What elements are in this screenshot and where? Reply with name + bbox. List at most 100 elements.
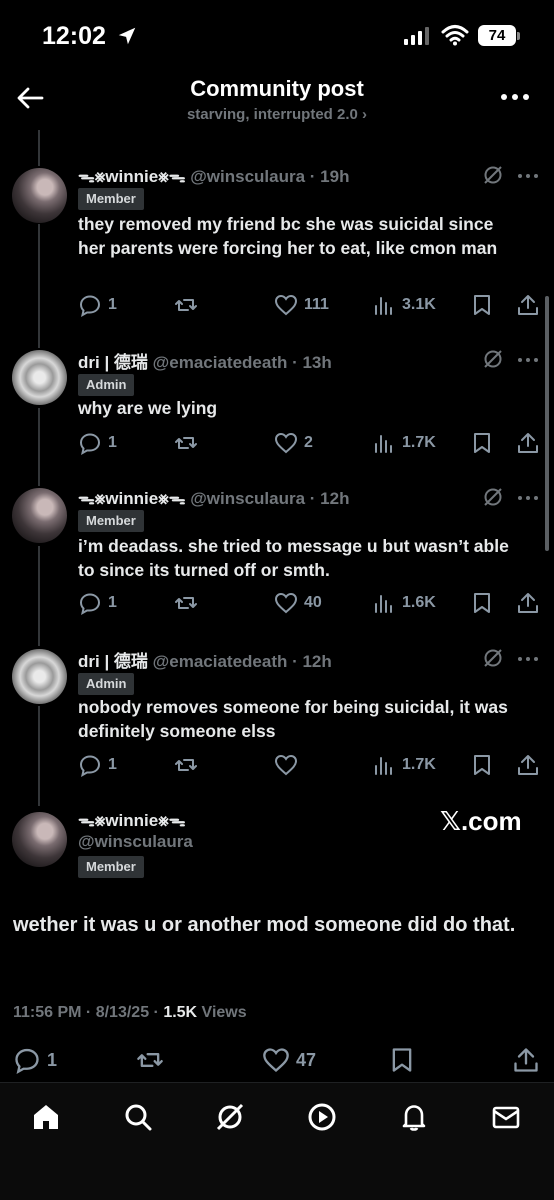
like-count: 40 <box>304 594 322 611</box>
avatar[interactable] <box>12 649 67 704</box>
bookmark-button[interactable] <box>388 1044 416 1076</box>
post-views-count: 1.5K <box>163 1004 198 1021</box>
views-button[interactable]: 1.6K <box>372 590 436 616</box>
nav-notifications[interactable] <box>398 1101 430 1133</box>
reply-count: 1 <box>108 434 117 451</box>
display-name[interactable]: ᯓ⨳winnie⨳ᯓ <box>78 811 186 830</box>
repost-button[interactable] <box>174 752 198 778</box>
views-button[interactable]: 1.7K <box>372 752 436 778</box>
more-options-icon[interactable] <box>516 488 540 508</box>
share-button[interactable] <box>516 752 540 778</box>
grok-icon[interactable] <box>482 164 504 186</box>
share-button[interactable] <box>516 292 540 318</box>
post-header: ᯓ⨳winnie⨳ᯓ @winsculaura · 12h <box>78 486 349 509</box>
repost-icon <box>175 437 197 449</box>
nav-video[interactable] <box>306 1101 338 1133</box>
reply-button[interactable]: 1 <box>78 292 117 318</box>
display-name[interactable]: dri | 德瑞 <box>78 353 148 372</box>
avatar[interactable] <box>12 350 67 405</box>
views-button[interactable]: 3.1K <box>372 292 436 318</box>
like-button[interactable] <box>274 752 304 778</box>
more-options-icon[interactable] <box>516 350 540 370</box>
views-icon <box>375 757 392 775</box>
display-name[interactable]: dri | 德瑞 <box>78 652 148 671</box>
reply-button[interactable]: 1 <box>78 430 117 456</box>
avatar[interactable] <box>12 488 67 543</box>
repost-button[interactable] <box>174 292 198 318</box>
reply-post[interactable]: ᯓ⨳winnie⨳ᯓ @winsculaura · 19h Member the… <box>0 164 554 324</box>
reply-button[interactable]: 1 <box>13 1044 57 1076</box>
heart-icon <box>263 1048 289 1073</box>
share-icon <box>518 755 538 775</box>
main-post-actions: 1 47 <box>0 1044 554 1076</box>
bottom-nav <box>0 1082 554 1200</box>
more-options-icon[interactable] <box>516 649 540 669</box>
post-timestamp: 11:56 PM · 8/13/25 · <box>13 1004 164 1021</box>
display-name[interactable]: ᯓ⨳winnie⨳ᯓ <box>78 489 186 508</box>
more-options-icon[interactable] <box>498 84 532 110</box>
grok-icon[interactable] <box>482 647 504 669</box>
reply-button[interactable]: 1 <box>78 752 117 778</box>
community-name-link[interactable]: starving, interrupted 2.0 › <box>0 106 554 123</box>
heart-icon <box>274 294 298 316</box>
avatar[interactable] <box>12 812 67 867</box>
share-button[interactable] <box>516 430 540 456</box>
repost-button[interactable] <box>136 1044 164 1076</box>
bookmark-icon <box>474 295 490 315</box>
handle: @winsculaura · 12h <box>190 489 350 508</box>
grok-icon[interactable] <box>482 486 504 508</box>
nav-grok[interactable] <box>214 1101 246 1133</box>
role-badge: Member <box>78 188 144 210</box>
share-button[interactable] <box>512 1044 540 1076</box>
views-button[interactable]: 1.7K <box>372 430 436 456</box>
xcom-watermark: 𝕏.com <box>440 806 522 836</box>
reply-icon <box>79 295 101 317</box>
post-meta: 11:56 PM · 8/13/25 · 1.5K Views <box>13 1004 247 1022</box>
grok-icon[interactable] <box>482 348 504 370</box>
nav-messages[interactable] <box>490 1101 522 1133</box>
top-header: Community post starving, interrupted 2.0… <box>0 70 554 130</box>
bookmark-button[interactable] <box>470 590 494 616</box>
bookmark-button[interactable] <box>470 752 494 778</box>
post-views-label: Views <box>197 1004 247 1021</box>
nav-search[interactable] <box>122 1101 154 1133</box>
repost-button[interactable] <box>174 590 198 616</box>
display-name[interactable]: ᯓ⨳winnie⨳ᯓ <box>78 167 186 186</box>
view-count: 1.6K <box>402 594 436 611</box>
grok-icon <box>216 1103 244 1131</box>
reply-button[interactable]: 1 <box>78 590 117 616</box>
role-badge: Admin <box>78 374 135 396</box>
post-header: dri | 德瑞 @emaciatedeath · 13h <box>78 348 332 373</box>
repost-button[interactable] <box>174 430 198 456</box>
scrollbar[interactable] <box>545 296 549 551</box>
post-handle-line: @winsculaura <box>78 832 193 852</box>
post-text: why are we lying <box>78 398 218 418</box>
share-button[interactable] <box>516 590 540 616</box>
messages-icon <box>492 1106 520 1129</box>
repost-icon <box>175 597 197 609</box>
nav-home[interactable] <box>30 1101 62 1133</box>
more-options-icon[interactable] <box>516 166 540 186</box>
reply-post[interactable]: ᯓ⨳winnie⨳ᯓ @winsculaura · 12h Member i’m… <box>0 486 554 626</box>
reply-post[interactable]: dri | 德瑞 @emaciatedeath · 13h Admin why … <box>0 348 554 468</box>
reply-count: 1 <box>108 594 117 611</box>
avatar[interactable] <box>12 168 67 223</box>
like-button[interactable]: 111 <box>274 292 329 318</box>
like-button[interactable]: 2 <box>274 430 313 456</box>
role-badge: Member <box>78 856 144 878</box>
reply-post[interactable]: dri | 德瑞 @emaciatedeath · 12h Admin nobo… <box>0 647 554 787</box>
handle: @emaciatedeath · 13h <box>152 353 332 372</box>
handle: @winsculaura · 19h <box>190 167 350 186</box>
thread-line <box>38 130 40 166</box>
like-button[interactable]: 47 <box>262 1044 316 1076</box>
share-icon <box>518 433 538 453</box>
bookmark-button[interactable] <box>470 430 494 456</box>
repost-icon <box>175 299 197 311</box>
repost-icon <box>137 1053 163 1067</box>
reply-icon <box>79 433 101 455</box>
status-time: 12:02 <box>42 22 106 50</box>
reply-icon <box>15 1048 39 1074</box>
like-button[interactable]: 40 <box>274 590 322 616</box>
bookmark-button[interactable] <box>470 292 494 318</box>
status-bar: 12:02 74 <box>0 0 554 70</box>
